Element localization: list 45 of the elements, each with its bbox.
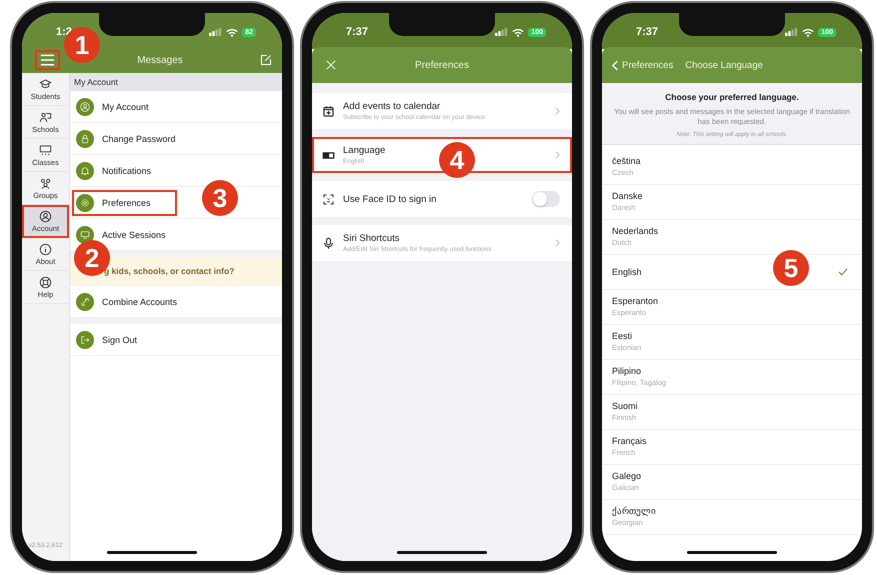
signal-icon — [209, 28, 222, 36]
screen-title: Preferences — [414, 60, 470, 70]
classroom-icon — [39, 144, 52, 157]
menu-item[interactable]: Notifications — [72, 158, 178, 184]
status-time: 7:37 — [346, 26, 368, 38]
link-icon — [76, 292, 94, 310]
menu-item[interactable]: Combine Accounts — [72, 288, 204, 314]
chevron-right-icon — [555, 239, 560, 247]
intro-heading: Choose your preferred language. — [665, 92, 799, 102]
wifi-icon — [512, 28, 524, 36]
menu-button[interactable] — [35, 50, 60, 70]
teacher-board-icon — [39, 111, 52, 124]
graduation-cap-icon — [39, 78, 52, 91]
compose-icon[interactable] — [260, 54, 272, 66]
screen-title: Choose Language — [685, 60, 763, 70]
settings-row[interactable]: Use Face ID to sign in — [312, 181, 572, 217]
info-icon — [39, 243, 52, 256]
lock-icon — [76, 130, 94, 148]
section-header: My Account — [70, 73, 282, 91]
signal-icon — [495, 28, 508, 36]
gear-icon — [76, 194, 94, 212]
chevron-right-icon — [555, 151, 560, 159]
menu-item[interactable]: My Account — [72, 94, 175, 120]
microphone-icon — [322, 236, 335, 250]
bell-icon — [76, 162, 94, 180]
screen-title: Messages — [136, 54, 184, 66]
lifebuoy-icon — [39, 276, 52, 289]
wifi-icon — [226, 28, 238, 36]
status-time: 7:37 — [636, 26, 658, 38]
chevron-left-icon — [612, 60, 618, 70]
toggle-switch[interactable] — [532, 191, 560, 207]
menu-item[interactable]: Change Password — [72, 126, 202, 152]
people-icon — [39, 177, 52, 190]
calendar-icon — [322, 104, 335, 118]
chevron-right-icon — [555, 107, 560, 115]
menu-item[interactable]: Sign Out — [72, 326, 164, 352]
person-icon — [76, 98, 94, 116]
person-icon — [39, 210, 52, 223]
exit-icon — [76, 330, 94, 348]
menu-icon — [40, 54, 55, 66]
menu-item[interactable]: Preferences — [72, 190, 177, 216]
wifi-icon — [802, 28, 814, 36]
signal-icon — [785, 28, 798, 36]
close-icon[interactable] — [326, 60, 336, 70]
face-scan-icon — [322, 192, 335, 206]
